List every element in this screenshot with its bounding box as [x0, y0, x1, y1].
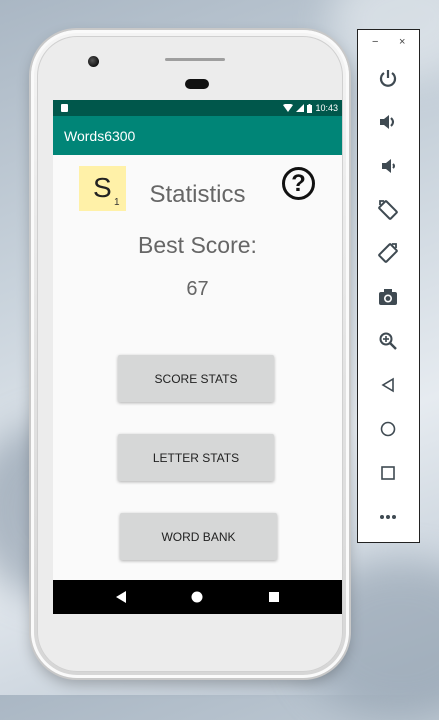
zoom-icon[interactable]: [377, 330, 399, 352]
status-time: 10:43: [315, 103, 338, 113]
power-icon[interactable]: [377, 67, 399, 89]
volume-down-icon[interactable]: [377, 155, 399, 177]
home-icon[interactable]: [377, 418, 399, 440]
word-bank-button[interactable]: WORD BANK: [120, 513, 277, 560]
score-stats-button[interactable]: SCORE STATS: [118, 355, 274, 402]
battery-icon: [307, 103, 313, 113]
app-title: Words6300: [64, 127, 136, 144]
overview-icon[interactable]: [377, 462, 399, 484]
nav-home-icon[interactable]: [191, 591, 203, 603]
navigation-bar: [53, 580, 342, 614]
more-icon[interactable]: [377, 506, 399, 528]
status-bar: 10:43: [53, 100, 342, 116]
back-icon[interactable]: [377, 374, 399, 396]
wifi-icon: [283, 104, 294, 112]
best-score-value: 67: [186, 278, 209, 300]
rotate-left-icon[interactable]: [377, 199, 399, 221]
emulator-toolbar: − ×: [357, 29, 420, 543]
nav-recents-icon[interactable]: [269, 592, 280, 602]
toolbar-window-controls: − ×: [358, 36, 419, 50]
letter-stats-button[interactable]: LETTER STATS: [118, 434, 274, 481]
rotate-right-icon[interactable]: [377, 242, 399, 264]
minimize-button[interactable]: −: [372, 36, 378, 48]
close-button[interactable]: ×: [399, 36, 405, 48]
phone-body: 10:43 Words6300 S 1 Statistics ? Best Sc…: [37, 36, 343, 672]
phone-speaker-grille: [165, 58, 225, 61]
cell-signal-icon: [296, 104, 305, 112]
nav-back-icon[interactable]: [115, 591, 126, 603]
camera-icon[interactable]: [377, 286, 399, 308]
help-icon: ?: [291, 169, 306, 197]
best-score-label: Best Score:: [138, 232, 257, 258]
volume-up-icon[interactable]: [377, 111, 399, 133]
front-camera: [88, 56, 99, 67]
phone-frame: 10:43 Words6300 S 1 Statistics ? Best Sc…: [31, 30, 349, 678]
sd-card-icon: [61, 104, 68, 112]
device-screen: 10:43 Words6300 S 1 Statistics ? Best Sc…: [53, 100, 342, 614]
statistics-content: S 1 Statistics ? Best Score: 67 SCORE ST…: [53, 155, 342, 580]
app-bar: Words6300: [53, 116, 342, 155]
earpiece: [185, 79, 209, 89]
help-button[interactable]: ?: [282, 167, 315, 200]
